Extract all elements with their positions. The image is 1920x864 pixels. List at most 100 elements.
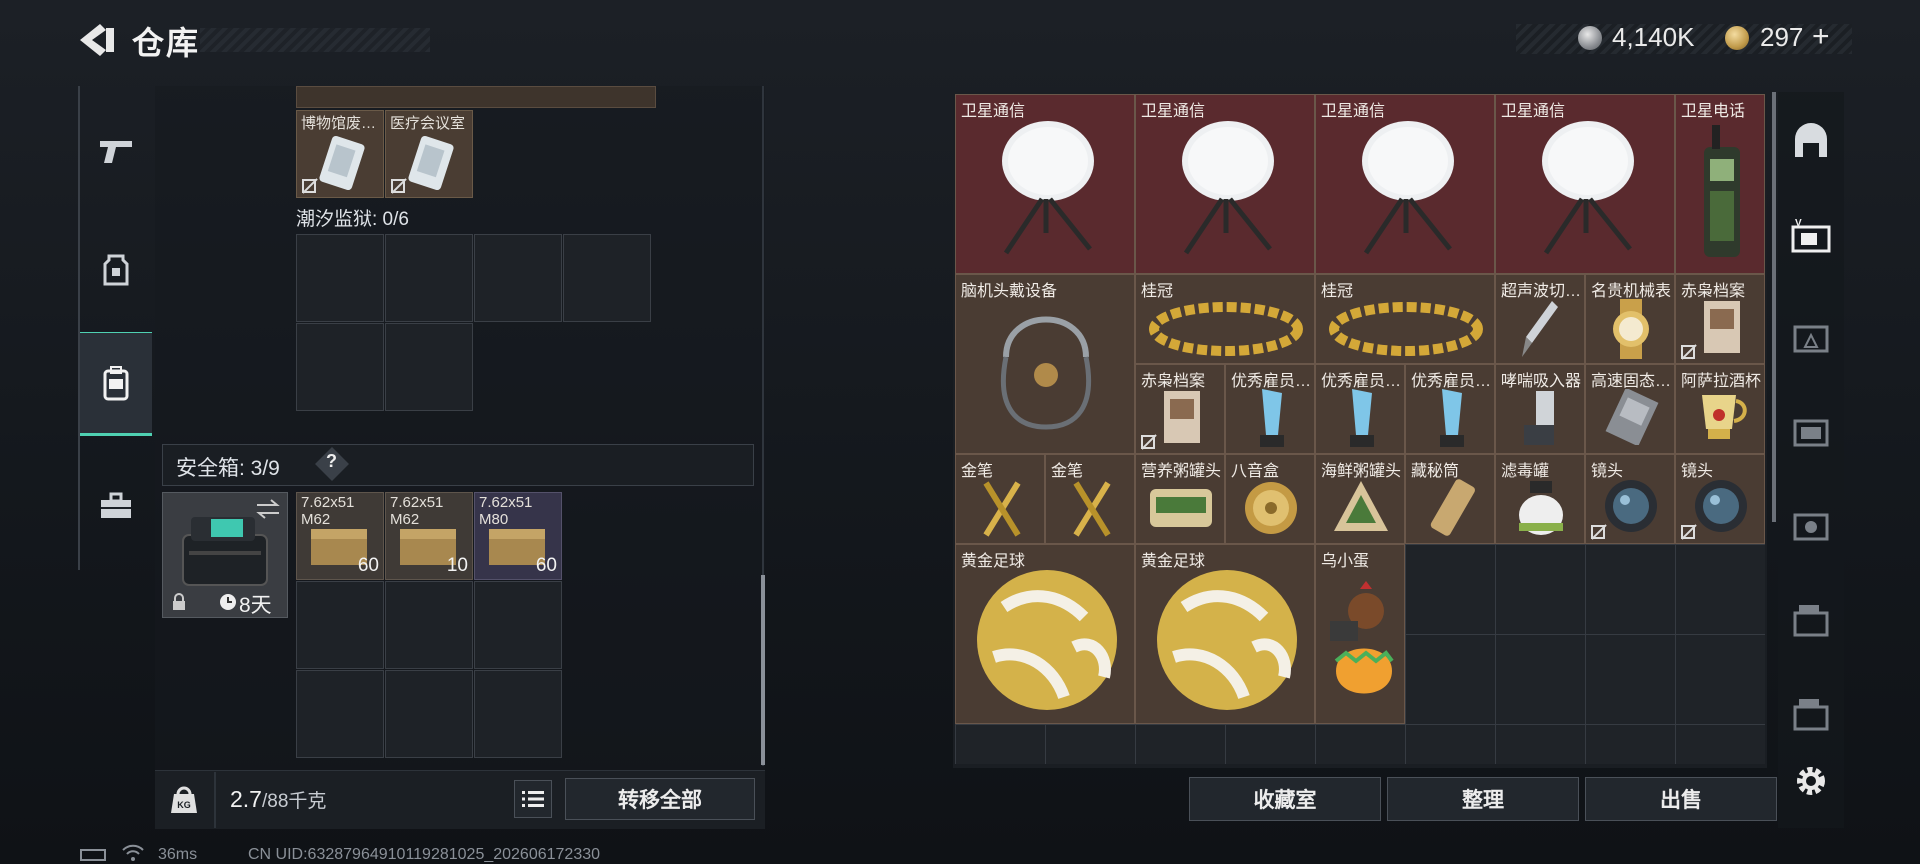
safe-box-label: 安全箱: 3/9 [176,457,280,480]
inventory-item[interactable]: 桂冠 [1135,274,1315,364]
ammo-item[interactable]: 7.62x51 M62 60 [296,492,384,580]
inventory-item[interactable]: 赤枭档案 [1135,364,1225,454]
inventory-item[interactable]: 黄金足球 [1135,544,1315,724]
box-gt2-icon [1793,699,1829,731]
storage-tab-gt2[interactable] [1782,684,1840,742]
sell-button[interactable]: 出售 [1585,777,1777,821]
tab-toolbox[interactable] [80,456,152,556]
inventory-item[interactable]: 镜头 [1585,454,1675,544]
unlinked-icon [1681,345,1695,359]
storage-tab-v[interactable]: V [1782,206,1840,264]
inventory-item[interactable]: 优秀雇员… [1405,364,1495,454]
inventory-item[interactable]: 卫星电话 [1675,94,1765,274]
list-view-button[interactable] [514,780,552,818]
inventory-item[interactable]: 营养粥罐头 [1135,454,1225,544]
laurel-crown-icon [1329,302,1483,356]
stash-item[interactable]: 博物馆废… [296,110,384,198]
can-icon [1334,481,1388,531]
inventory-item[interactable]: 滤毒罐 [1495,454,1585,544]
battery-icon [80,849,106,861]
wifi-icon [122,844,144,861]
inventory-item[interactable]: 阿萨拉酒杯 [1675,364,1765,454]
inventory-item[interactable]: 八音盒 [1225,454,1315,544]
silver-amount: 4,140K [1612,22,1695,52]
inventory-item[interactable]: 乌小蛋 [1315,544,1405,724]
storage-tab-v2[interactable] [1782,494,1840,552]
satellite-dish-icon [1182,121,1274,255]
add-gold-button[interactable]: + [1812,20,1830,54]
inventory-item[interactable]: 优秀雇员… [1315,364,1405,454]
stash-scrollbar-thumb[interactable] [761,575,765,765]
empty-slot[interactable] [563,234,651,322]
stash-item[interactable]: 医疗会议室 [385,110,473,198]
watch-icon [1613,299,1649,359]
empty-slot[interactable] [385,234,473,322]
back-arrow-icon[interactable] [78,22,118,58]
inventory-item[interactable]: 脑机头戴设备 [955,274,1135,454]
ammo-item[interactable]: 7.62x51 M80 60 [474,492,562,580]
backpack-icon [103,366,129,401]
inventory-item[interactable]: 藏秘筒 [1405,454,1495,544]
inventory-item[interactable]: 黄金足球 [955,544,1135,724]
inventory-item[interactable]: 镜头 [1675,454,1765,544]
empty-slot[interactable] [296,323,384,411]
lens-icon [1605,480,1657,532]
can-icon [1150,489,1212,527]
inventory-item[interactable]: 高速固态… [1585,364,1675,454]
unlinked-icon [1141,435,1155,449]
inventory-item[interactable]: 金笔 [955,454,1045,544]
tab-weapons[interactable] [80,102,152,202]
inventory-item[interactable]: 哮喘吸入器 [1495,364,1585,454]
tab-equipment[interactable] [80,220,152,320]
empty-slot[interactable] [296,670,384,758]
transfer-all-button[interactable]: 转移全部 [565,778,755,820]
inventory-item[interactable]: 金笔 [1045,454,1135,544]
box-g-icon [1793,325,1829,353]
inventory-item[interactable]: 卫星通信 [955,94,1135,274]
satellite-dish-icon [1362,121,1454,255]
settings-button[interactable] [1782,752,1840,810]
uid-readout: CN UID:632879649101192810​25_20260617233… [248,846,601,863]
inventory-item[interactable]: 卫星通信 [1135,94,1315,274]
egg-figure-icon [1330,581,1394,694]
empty-slot[interactable] [474,670,562,758]
inventory-item[interactable]: 赤枭档案 [1675,274,1765,364]
golden-football-icon [1157,570,1297,710]
empty-slot[interactable] [296,234,384,322]
inventory-scrollbar[interactable] [1772,92,1776,522]
weight-icon: KG [171,786,197,813]
empty-slot[interactable] [474,234,562,322]
safe-container[interactable]: 8天 [162,492,288,618]
storage-tab-main[interactable] [1782,112,1840,170]
divider [214,772,216,828]
vest-icon [103,254,129,286]
inventory-item[interactable]: 海鲜粥罐头 [1315,454,1405,544]
organize-button[interactable]: 整理 [1387,777,1579,821]
satellite-phone-icon [1704,125,1740,257]
inventory-item[interactable]: 卫星通信 [1495,94,1675,274]
weight-value: 2.7 [230,786,262,812]
empty-slot[interactable] [296,581,384,669]
storage-tab-iv[interactable] [1782,400,1840,458]
empty-slot[interactable] [474,581,562,669]
empty-slot[interactable] [385,581,473,669]
tab-backpack[interactable] [80,332,152,436]
inventory-item[interactable]: 卫星通信 [1315,94,1495,274]
inventory-item[interactable]: 桂冠 [1315,274,1495,364]
storage-tab-gt1[interactable] [1782,590,1840,648]
empty-slot[interactable] [385,323,473,411]
lens-icon [1695,480,1747,532]
gold-amount: 297 [1760,22,1804,52]
gear-icon [1797,767,1825,795]
tide-prison-label: 潮汐监狱: 0/6 [296,209,409,230]
inhaler-icon [1524,391,1554,445]
collection-room-button[interactable]: 收藏室 [1189,777,1381,821]
inventory-item[interactable]: 超声波切… [1495,274,1585,364]
storage-tab-g1[interactable] [1782,306,1840,364]
list-icon [522,791,544,807]
ammo-item[interactable]: 7.62x51 M62 10 [385,492,473,580]
inventory-item[interactable]: 优秀雇员… [1225,364,1315,454]
cryptex-icon [1430,479,1475,536]
inventory-item[interactable]: 名贵机械表 [1585,274,1675,364]
empty-slot[interactable] [385,670,473,758]
